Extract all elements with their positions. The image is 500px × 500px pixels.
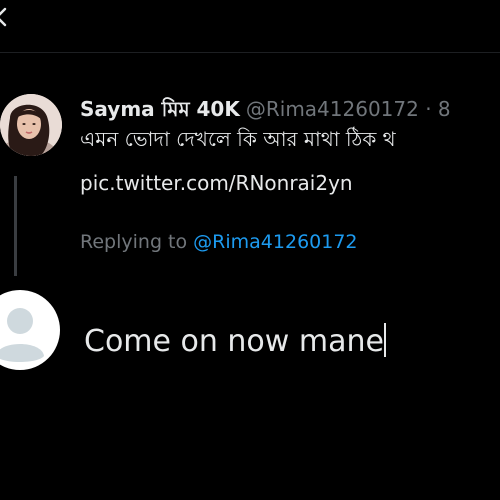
replying-prefix: Replying to xyxy=(80,231,188,253)
chevron-left-icon[interactable] xyxy=(0,6,10,28)
thread-connector-line xyxy=(14,176,17,276)
parent-tweet[interactable]: Sayma মিম 40K @Rima41260172 · 8 এমন ভোদা … xyxy=(0,70,500,280)
reply-composer-input[interactable]: Come on now mane xyxy=(84,320,386,364)
top-bar xyxy=(0,0,500,53)
tweet-text: এমন ভোদা দেখলে কি আর মাথা ঠিক থ xyxy=(80,127,396,151)
text-cursor xyxy=(383,323,386,357)
tweet-media-link[interactable]: pic.twitter.com/RNonrai2yn xyxy=(80,170,353,196)
default-avatar-icon[interactable] xyxy=(0,290,60,370)
replying-handle-link[interactable]: @Rima41260172 xyxy=(193,231,357,253)
replying-to: Replying to @Rima41260172 xyxy=(80,229,358,255)
author-handle[interactable]: @Rima41260172 · 8 xyxy=(246,97,451,121)
composer-text: Come on now mane xyxy=(84,324,384,359)
tweet-header: Sayma মিম 40K @Rima41260172 · 8 xyxy=(80,96,451,122)
author-name[interactable]: Sayma মিম 40K xyxy=(80,97,240,121)
author-avatar[interactable] xyxy=(0,94,62,156)
user-avatar-photo xyxy=(0,94,62,156)
